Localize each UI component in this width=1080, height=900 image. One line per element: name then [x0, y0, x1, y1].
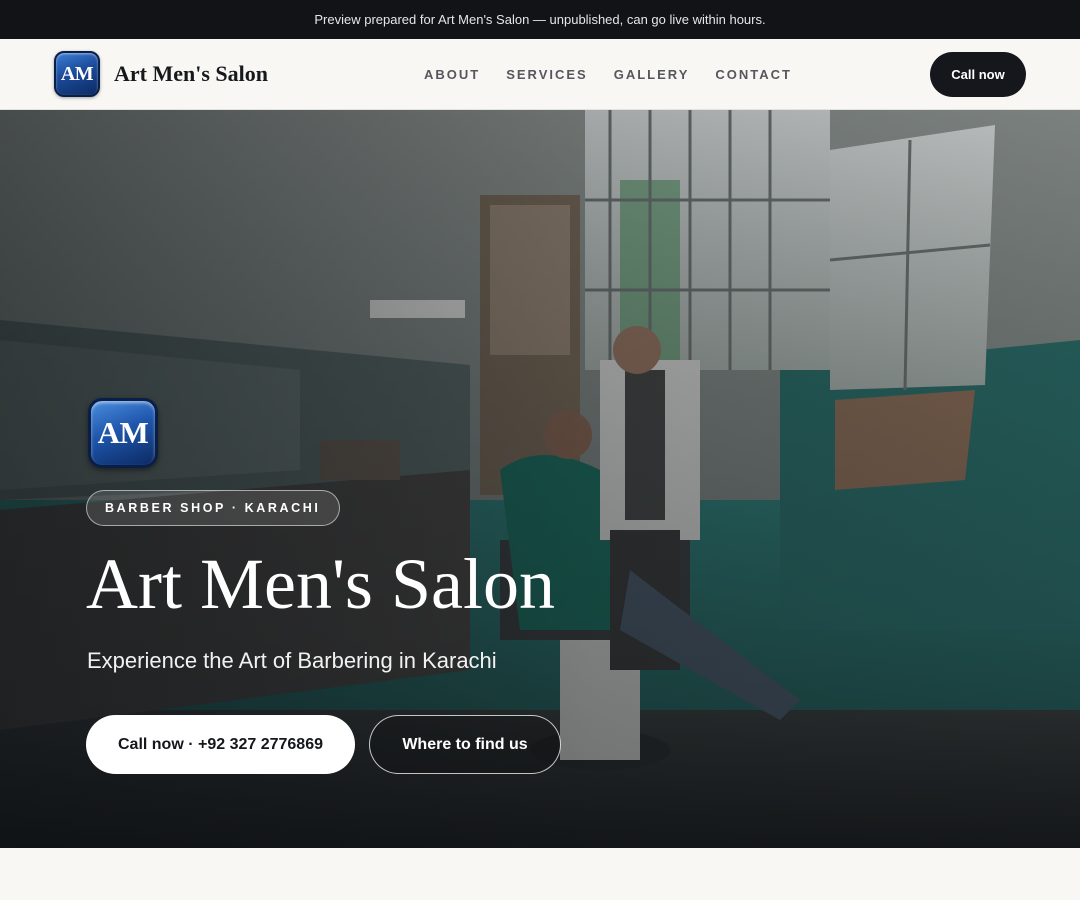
brand-name[interactable]: Art Men's Salon — [114, 61, 268, 87]
nav-call-button[interactable]: Call now — [930, 52, 1026, 97]
hero-call-button[interactable]: Call now · +92 327 2776869 — [86, 715, 355, 774]
hero-title: Art Men's Salon — [86, 544, 555, 624]
nav-link-about[interactable]: ABOUT — [424, 67, 480, 82]
brand[interactable]: AM Art Men's Salon — [54, 51, 268, 97]
hero-tag-text: BARBER SHOP · KARACHI — [105, 501, 321, 515]
hero-logo: AM — [88, 398, 158, 468]
nav-link-services[interactable]: SERVICES — [506, 67, 588, 82]
hero-tag: BARBER SHOP · KARACHI — [86, 490, 340, 526]
brand-logo[interactable]: AM — [54, 51, 100, 97]
hero: AM BARBER SHOP · KARACHI Art Men's Salon… — [0, 110, 1080, 848]
hero-subtitle: Experience the Art of Barbering in Karac… — [87, 648, 497, 673]
hero-logo-text: AM — [97, 415, 149, 450]
nav-link-gallery[interactable]: GALLERY — [614, 67, 690, 82]
nav-link-contact[interactable]: CONTACT — [715, 67, 792, 82]
brand-logo-text: AM — [60, 62, 94, 85]
nav-links: ABOUT SERVICES GALLERY CONTACT — [424, 39, 792, 109]
next-section — [0, 848, 1080, 900]
preview-banner: Preview prepared for Art Men's Salon — u… — [0, 0, 1080, 39]
preview-banner-text: Preview prepared for Art Men's Salon — u… — [314, 12, 766, 27]
hero-location-button[interactable]: Where to find us — [369, 715, 561, 774]
navbar: AM Art Men's Salon ABOUT SERVICES GALLER… — [0, 39, 1080, 110]
